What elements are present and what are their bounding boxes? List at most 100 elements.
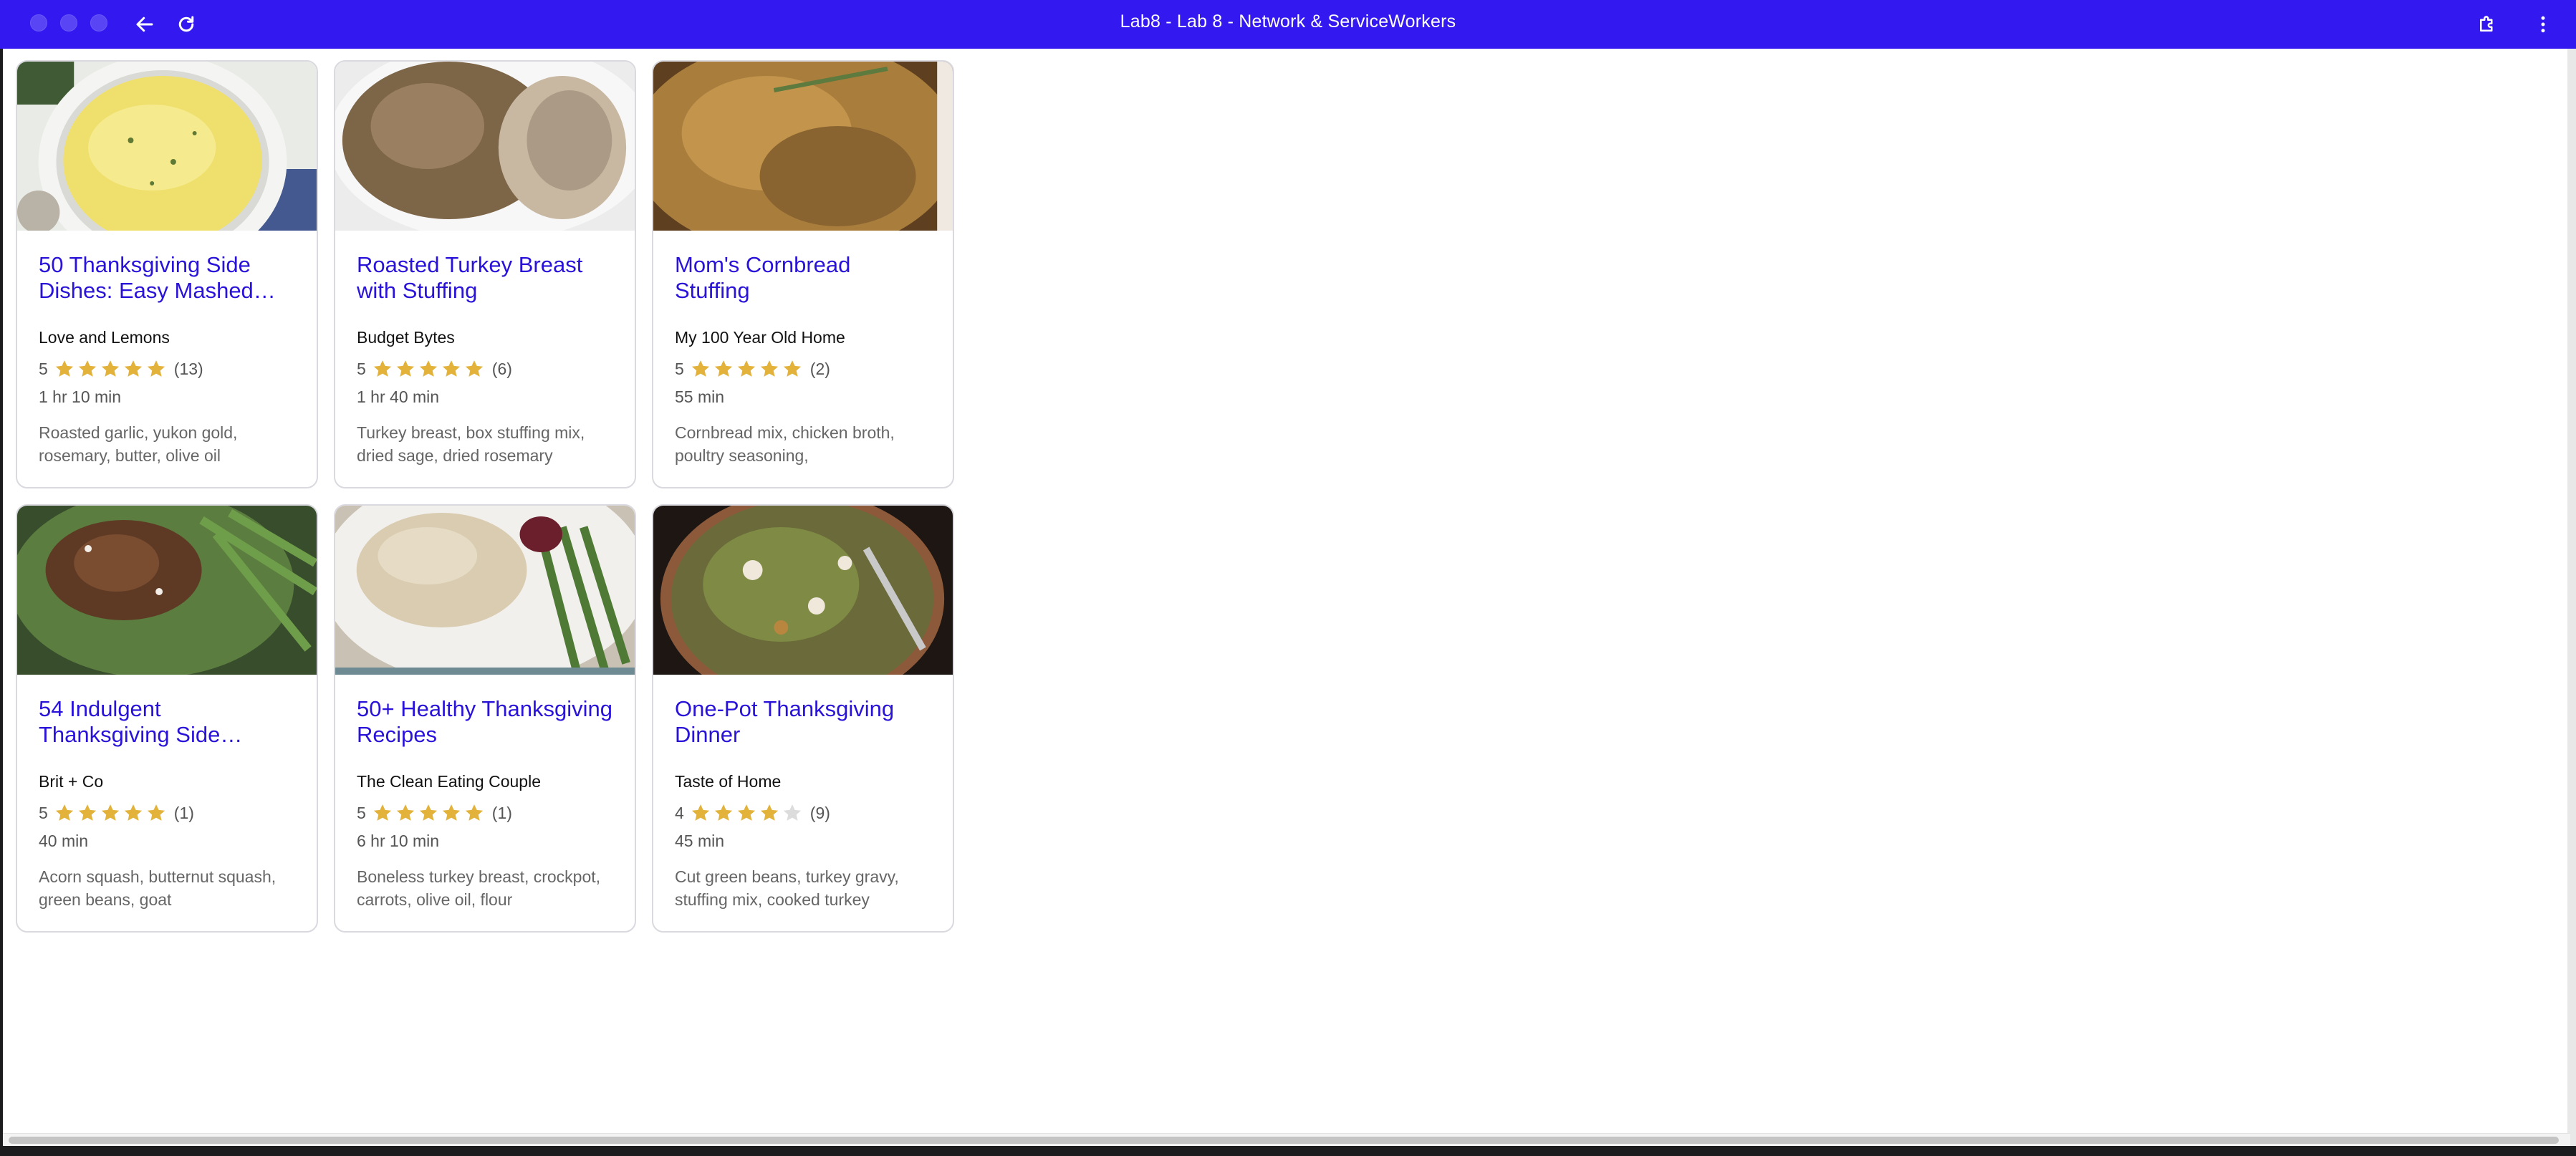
puzzle-icon: [2480, 16, 2493, 32]
recipe-source: Love and Lemons: [39, 328, 170, 347]
recipe-rating: 5 (1): [357, 801, 613, 824]
star-icon: [714, 804, 732, 821]
star-rating: [372, 802, 485, 824]
recipe-title[interactable]: 54 Indulgent Thanksgiving Side…: [39, 696, 295, 748]
recipe-title[interactable]: 50+ Healthy Thanksgiving Recipes: [357, 696, 613, 748]
recipe-card[interactable]: One-Pot Thanksgiving Dinner Taste of Hom…: [652, 504, 954, 933]
horizontal-scrollbar[interactable]: [3, 1133, 2570, 1146]
star-icon: [465, 804, 483, 821]
review-count: (9): [809, 803, 830, 822]
star-icon: [760, 804, 778, 821]
cornbread-stuffing-photo[interactable]: [653, 62, 953, 231]
recipe-ingredients: Boneless turkey breast, crockpot, carrot…: [357, 867, 601, 909]
star-rating: [690, 802, 803, 824]
recipe-time: 45 min: [675, 832, 725, 850]
recipe-source: The Clean Eating Couple: [357, 772, 541, 791]
recipe-card[interactable]: Roasted Turkey Breast with Stuffing Budg…: [334, 60, 636, 488]
rating-value: 5: [357, 803, 366, 822]
recipe-title[interactable]: One-Pot Thanksgiving Dinner: [675, 696, 931, 748]
star-icon: [55, 360, 73, 377]
star-icon: [78, 804, 96, 821]
recipe-source: Budget Bytes: [357, 328, 455, 347]
star-icon: [373, 360, 391, 377]
page-viewport: 50 Thanksgiving Side Dishes: Easy Mashed…: [3, 49, 2570, 1146]
star-icon: [691, 804, 709, 821]
one-pot-dinner-photo[interactable]: [653, 506, 953, 675]
star-icon: [55, 804, 73, 821]
rating-value: 5: [39, 359, 48, 378]
star-icon: [465, 360, 483, 377]
star-icon: [691, 360, 709, 377]
star-icon: [442, 360, 460, 377]
star-icon: [124, 360, 142, 377]
review-count: (1): [173, 803, 194, 822]
star-icon: [419, 804, 437, 821]
recipe-title[interactable]: Roasted Turkey Breast with Stuffing: [357, 252, 613, 304]
star-icon: [373, 804, 391, 821]
recipe-time: 40 min: [39, 832, 89, 850]
star-icon: [396, 804, 414, 821]
rating-value: 5: [39, 803, 48, 822]
recipe-ingredients: Cut green beans, turkey gravy, stuffing …: [675, 867, 899, 909]
star-rating: [372, 358, 485, 380]
star-icon: [442, 804, 460, 821]
star-rating: [54, 802, 167, 824]
rating-value: 5: [357, 359, 366, 378]
recipe-rating: 5 (1): [39, 801, 295, 824]
extensions-button[interactable]: [2471, 9, 2503, 40]
recipe-time: 1 hr 40 min: [357, 387, 440, 406]
star-icon: [101, 804, 119, 821]
rating-value: 5: [675, 359, 684, 378]
review-count: (1): [491, 803, 512, 822]
star-icon: [419, 360, 437, 377]
recipe-ingredients: Acorn squash, butternut squash, green be…: [39, 867, 277, 909]
review-count: (2): [809, 359, 830, 378]
star-icon: [783, 360, 801, 377]
sliced-turkey-plate-photo[interactable]: [335, 506, 635, 675]
star-rating: [690, 358, 803, 380]
turkey-stuffing-photo[interactable]: [335, 62, 635, 231]
star-icon: [737, 804, 755, 821]
recipe-ingredients: Cornbread mix, chicken broth, poultry se…: [675, 423, 895, 465]
recipe-ingredients: Roasted garlic, yukon gold, rosemary, bu…: [39, 423, 238, 465]
star-icon: [147, 804, 165, 821]
rating-value: 4: [675, 803, 684, 822]
horizontal-scrollbar-thumb[interactable]: [9, 1137, 2559, 1144]
recipe-ingredients: Turkey breast, box stuffing mix, dried s…: [357, 423, 585, 465]
recipe-title[interactable]: 50 Thanksgiving Side Dishes: Easy Mashed…: [39, 252, 295, 304]
star-icon: [396, 360, 414, 377]
recipe-rating: 4 (9): [675, 801, 931, 824]
recipe-rating: 5 (13): [39, 357, 295, 380]
star-icon: [737, 360, 755, 377]
recipe-card[interactable]: 54 Indulgent Thanksgiving Side… Brit + C…: [16, 504, 318, 933]
recipe-grid: 50 Thanksgiving Side Dishes: Easy Mashed…: [16, 60, 954, 933]
star-rating: [54, 358, 167, 380]
recipe-rating: 5 (2): [675, 357, 931, 380]
recipe-time: 1 hr 10 min: [39, 387, 122, 406]
star-icon: [714, 360, 732, 377]
star-icon: [760, 360, 778, 377]
recipe-time: 6 hr 10 min: [357, 832, 440, 850]
star-icon: [124, 804, 142, 821]
review-count: (6): [491, 359, 512, 378]
vertical-scrollbar[interactable]: [2567, 49, 2576, 1146]
recipe-source: Brit + Co: [39, 772, 104, 791]
recipe-time: 55 min: [675, 387, 725, 406]
recipe-title[interactable]: Mom's Cornbread Stuffing: [675, 252, 931, 304]
star-icon: [147, 360, 165, 377]
recipe-card[interactable]: 50 Thanksgiving Side Dishes: Easy Mashed…: [16, 60, 318, 488]
browser-menu-button[interactable]: [2527, 9, 2559, 40]
browser-titlebar: Lab8 - Lab 8 - Network & ServiceWorkers: [0, 0, 2576, 49]
recipe-source: My 100 Year Old Home: [675, 328, 845, 347]
recipe-card[interactable]: 50+ Healthy Thanksgiving Recipes The Cle…: [334, 504, 636, 933]
recipe-rating: 5 (6): [357, 357, 613, 380]
review-count: (13): [173, 359, 203, 378]
window-title: Lab8 - Lab 8 - Network & ServiceWorkers: [1120, 11, 1456, 32]
star-icon: [783, 804, 801, 821]
more-vertical-icon: [2541, 16, 2545, 33]
green-beans-pecans-photo[interactable]: [17, 506, 317, 675]
recipe-source: Taste of Home: [675, 772, 782, 791]
mashed-potatoes-photo[interactable]: [17, 62, 317, 231]
star-icon: [101, 360, 119, 377]
recipe-card[interactable]: Mom's Cornbread Stuffing My 100 Year Old…: [652, 60, 954, 488]
